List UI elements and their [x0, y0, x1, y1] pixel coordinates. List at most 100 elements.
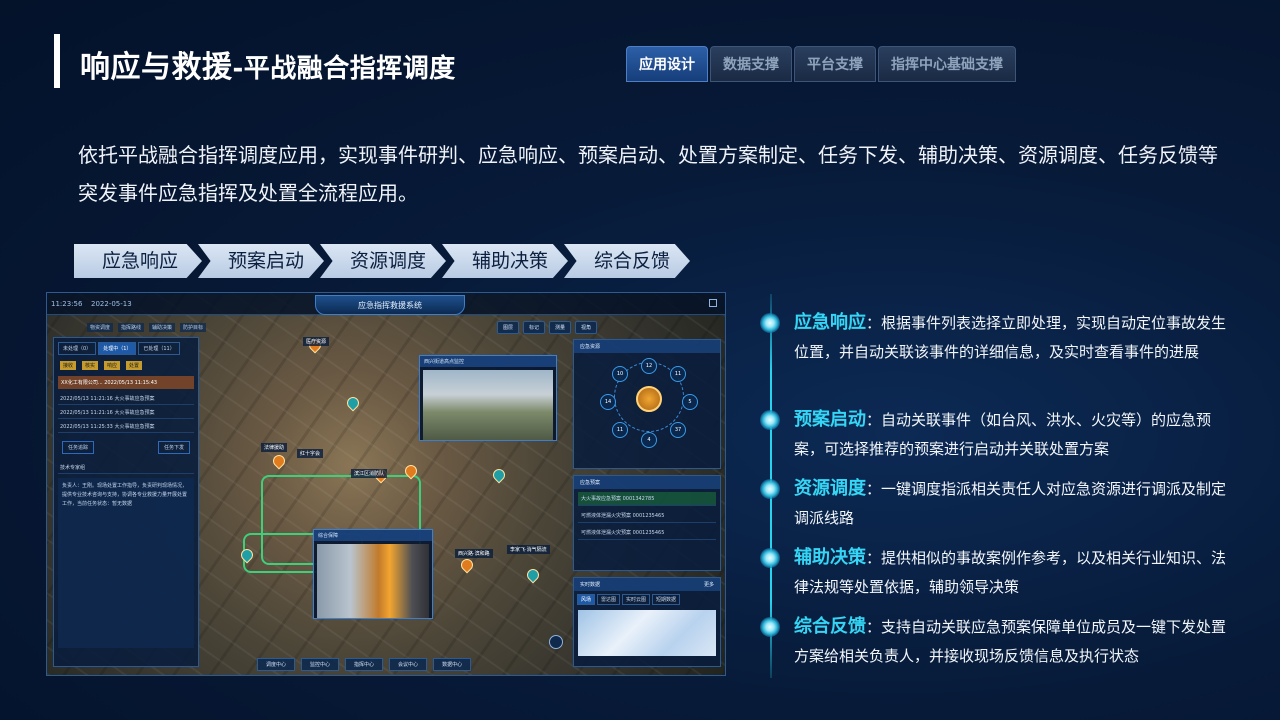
realtime-tab[interactable]: 风场 [577, 594, 596, 605]
flow-step: 响应 [104, 361, 121, 370]
task-track-button[interactable]: 任务追踪 [62, 441, 95, 454]
tab-unhandled[interactable]: 未处理（0） [58, 342, 97, 355]
realtime-title: 实时数据 [580, 582, 601, 588]
plan-row[interactable]: 大火事故应急预案 0001342785 [578, 492, 716, 506]
process-steps: 应急响应 预案启动 资源调度 辅助决策 综合反馈 [74, 244, 690, 278]
timeline-item-plan: 预案启动：自动关联事件（如台风、洪水、火灾等）的应急预案，可选择推荐的预案进行启… [760, 405, 1230, 464]
timeline-name: 资源调度 [794, 478, 866, 499]
event-row[interactable]: 2022/05/13 11:21:16 大火事故应急预案 [58, 393, 194, 405]
camera-popup: 西兴街道高点监控 [419, 355, 557, 441]
timeline-dot-icon [760, 548, 780, 568]
phone-icon[interactable] [549, 635, 563, 649]
subnav-item[interactable]: 指挥路线 [118, 323, 145, 332]
radar-map-image [578, 610, 716, 656]
timeline-name: 应急响应 [794, 312, 866, 333]
map-marker-icon[interactable] [270, 452, 288, 470]
tab-handling[interactable]: 处理中（1） [98, 342, 137, 355]
bottom-nav-item[interactable]: 监控中心 [301, 658, 340, 671]
system-time: 11:23:56 [51, 300, 83, 308]
bottom-nav-item[interactable]: 会议中心 [389, 658, 428, 671]
expert-group-title[interactable]: 技术专家组 [58, 462, 194, 474]
timeline-dot-icon [760, 410, 780, 430]
realtime-tab[interactable]: 雷达图 [597, 594, 621, 605]
resource-node[interactable]: 11 [612, 422, 628, 438]
event-alert[interactable]: XX化工有限公司... 2022/05/13 11:15:43 [58, 376, 194, 389]
map-tool[interactable]: 测量 [549, 321, 572, 334]
timeline-text: 综合反馈：支持自动关联应急预案保障单位成员及一键下发处置方案给相关负责人，并接收… [794, 612, 1230, 671]
subnav-item[interactable]: 物资调度 [87, 323, 114, 332]
resource-panel-title: 应急资源 [574, 340, 720, 353]
timeline-item-response: 应急响应：根据事件列表选择立即处理，实现自动定位事故发生位置，并自动关联该事件的… [760, 308, 1230, 367]
page-title: 响应与救援-平战融合指挥调度 [80, 42, 456, 86]
resource-node[interactable]: 37 [670, 422, 686, 438]
tab-data-support[interactable]: 数据支撑 [710, 46, 792, 82]
resource-node[interactable]: 12 [641, 358, 657, 374]
resource-panel: 应急资源 12 11 5 37 4 11 14 10 [573, 339, 721, 469]
event-status-tabs: 未处理（0） 处理中（1） 已处理（11） [54, 338, 198, 359]
tab-app-design[interactable]: 应用设计 [626, 46, 708, 82]
resource-node[interactable]: 11 [670, 366, 686, 382]
description-text: 依托平战融合指挥调度应用，实现事件研判、应急响应、预案启动、处置方案制定、任务下… [78, 143, 1218, 205]
support-popup: 综合保障 [313, 529, 433, 619]
map-tool[interactable]: 视角 [575, 321, 598, 334]
fullscreen-icon[interactable] [709, 299, 717, 307]
plan-panel-title: 应急预案 [574, 476, 720, 489]
tab-handled[interactable]: 已处理（11） [138, 342, 180, 355]
fire-scene-image [317, 544, 429, 618]
map-label: 滨江区消防队 [351, 469, 388, 478]
timeline-item-feedback: 综合反馈：支持自动关联应急预案保障单位成员及一键下发处置方案给相关负责人，并接收… [760, 612, 1230, 671]
timeline-item-dispatch: 资源调度：一键调度指派相关责任人对应急资源进行调派及制定调派线路 [760, 474, 1230, 533]
system-title: 应急指挥救援系统 [315, 295, 465, 315]
tab-command-center-support[interactable]: 指挥中心基础支撑 [878, 46, 1016, 82]
subnav-item[interactable]: 防护目标 [180, 323, 207, 332]
timeline-item-decision: 辅助决策：提供相似的事故案例作参考，以及相关行业知识、法律法规等处置依据，辅助领… [760, 543, 1230, 602]
map-marker-icon[interactable] [458, 556, 476, 574]
support-popup-title: 综合保障 [314, 530, 432, 541]
resource-node[interactable]: 4 [641, 432, 657, 448]
task-dispatch-button[interactable]: 任务下发 [157, 441, 190, 454]
bottom-nav-item[interactable]: 调度中心 [257, 658, 296, 671]
step-decision-support: 辅助决策 [442, 244, 568, 278]
plan-row[interactable]: 可燃液体泄漏火灾预案 0001235465 [578, 509, 716, 523]
timeline-text: 预案启动：自动关联事件（如台风、洪水、火灾等）的应急预案，可选择推荐的预案进行启… [794, 405, 1230, 464]
system-sub-nav: 物资调度 指挥路线 辅助决策 防护目标 [87, 323, 207, 332]
subnav-item[interactable]: 辅助决策 [149, 323, 176, 332]
realtime-panel-title: 实时数据 更多 [574, 578, 720, 591]
map-marker-icon[interactable] [344, 394, 362, 412]
task-buttons: 任务追踪 任务下发 [54, 435, 198, 460]
event-row[interactable]: 2022/05/13 11:25:33 大火事故应急预案 [58, 421, 194, 433]
event-list-panel: 未处理（0） 处理中（1） 已处理（11） 接收 核实 响应 处置 XX化工有限… [53, 337, 199, 667]
map-marker-icon[interactable] [490, 466, 508, 484]
plan-panel: 应急预案 大火事故应急预案 0001342785 可燃液体泄漏火灾预案 0001… [573, 475, 721, 571]
map-tool[interactable]: 图层 [497, 321, 520, 334]
step-emergency-response: 应急响应 [74, 244, 202, 278]
expert-group-detail: 负责人：王刚。现场处置工作指导，负责研判现场情况，提供专业技术咨询与支持，协调各… [58, 478, 194, 648]
bottom-nav-item[interactable]: 指挥中心 [345, 658, 384, 671]
map-label: 红十字会 [297, 449, 324, 458]
system-topbar: 11:23:56 2022-05-13 应急指挥救援系统 [47, 293, 725, 315]
camera-popup-title: 西兴街道高点监控 [420, 356, 556, 367]
realtime-tab[interactable]: 实时云图 [622, 594, 651, 605]
flow-step: 接收 [60, 361, 77, 370]
resource-node[interactable]: 14 [600, 394, 616, 410]
tab-platform-support[interactable]: 平台支撑 [794, 46, 876, 82]
map-marker-icon[interactable] [524, 566, 542, 584]
bottom-nav-item[interactable]: 数据中心 [433, 658, 472, 671]
plan-row[interactable]: 可燃液体泄漏火灾预案 0001235465 [578, 526, 716, 540]
realtime-more-link[interactable]: 更多 [704, 581, 714, 588]
resource-node[interactable]: 10 [612, 366, 628, 382]
realtime-tab[interactable]: 短期数据 [652, 594, 681, 605]
tab-bar: 应用设计 数据支撑 平台支撑 指挥中心基础支撑 [626, 46, 1016, 82]
step-plan-start: 预案启动 [198, 244, 324, 278]
timeline-name: 综合反馈 [794, 616, 866, 637]
resource-node[interactable]: 5 [682, 394, 698, 410]
map-label: 医疗资源 [303, 337, 330, 346]
timeline-dot-icon [760, 617, 780, 637]
map-tool[interactable]: 标记 [523, 321, 546, 334]
title-accent-bar [54, 34, 60, 88]
event-row[interactable]: 2022/05/13 11:21:16 大火事故应急预案 [58, 407, 194, 419]
timeline-name: 辅助决策 [794, 547, 866, 568]
realtime-tabs: 风场 雷达图 实时云图 短期数据 [574, 591, 720, 608]
resource-core[interactable] [636, 386, 662, 412]
map-label: 李家飞·消气隔流 [507, 545, 550, 554]
